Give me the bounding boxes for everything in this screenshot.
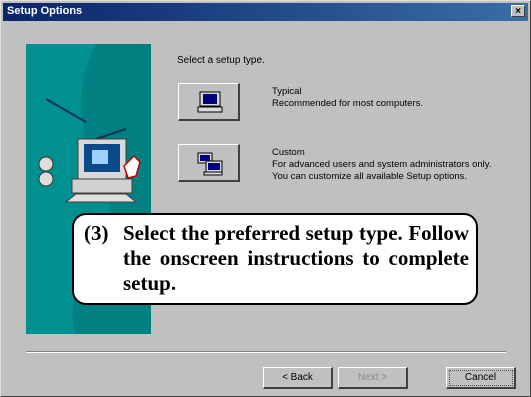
title-bar: Setup Options ×	[3, 3, 528, 21]
custom-option-description: For advanced users and system administra…	[272, 159, 492, 182]
custom-option-button[interactable]	[178, 144, 240, 182]
window-title: Setup Options	[7, 5, 83, 17]
setup-options-dialog: Setup Options × Select a setup type. Typ…	[0, 0, 531, 397]
typical-option-button[interactable]	[178, 83, 240, 121]
custom-option-title: Custom	[272, 147, 305, 158]
next-button[interactable]: Next >	[338, 367, 408, 389]
typical-option-description: Recommended for most computers.	[272, 98, 424, 109]
network-computers-icon	[197, 152, 223, 181]
back-button[interactable]: < Back	[263, 367, 333, 389]
typical-option-title: Typical	[272, 86, 302, 97]
setup-type-prompt: Select a setup type.	[177, 55, 265, 66]
computer-icon	[197, 91, 223, 118]
cancel-button[interactable]: Cancel	[446, 367, 516, 389]
step-number: (3)	[84, 221, 109, 245]
instruction-callout: (3) Select the preferred setup type. Fol…	[72, 213, 478, 305]
close-button[interactable]: ×	[511, 5, 525, 17]
button-separator	[26, 351, 506, 353]
instruction-text: Select the preferred setup type. Follow …	[123, 221, 469, 295]
